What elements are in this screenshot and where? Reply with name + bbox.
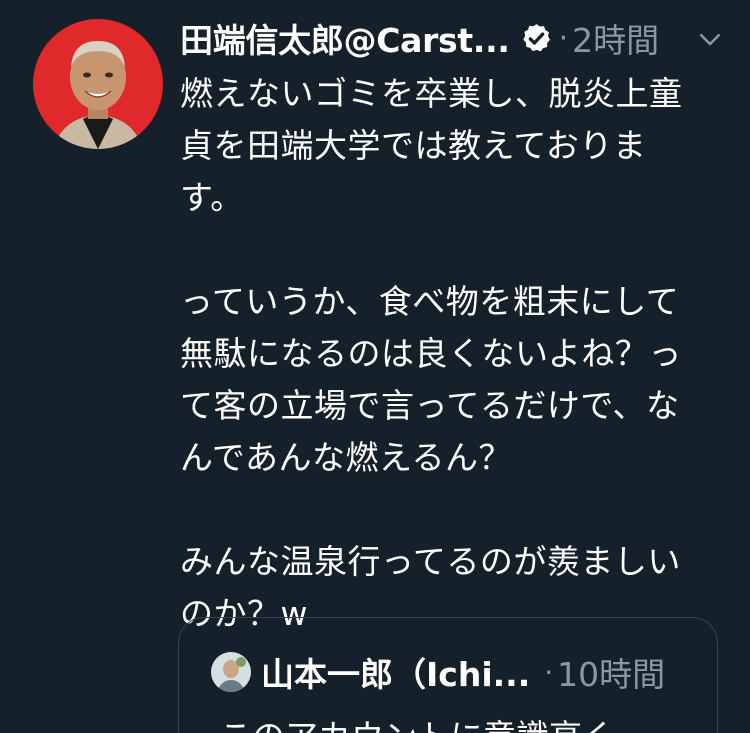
- author-name[interactable]: 田端信太郎@Carst...: [180, 14, 510, 62]
- quoted-tweet-timestamp[interactable]: 10時間: [557, 648, 665, 696]
- quoted-tweet[interactable]: 山本一郎（Ichi... · 10時間 このアカウントに意識高く: [178, 617, 718, 733]
- header-separator: ·: [558, 20, 569, 56]
- quoted-tweet-header: 山本一郎（Ichi... · 10時間: [211, 648, 665, 696]
- quoted-header-separator: ·: [544, 655, 554, 689]
- quoted-author-avatar: [211, 652, 251, 692]
- quoted-tweet-text: このアカウントに意識高く: [219, 710, 615, 733]
- chevron-down-icon[interactable]: [695, 24, 725, 54]
- tweet[interactable]: 田端信太郎@Carst... · 2時間 燃えないゴミを卒業し、脱炎上童 貞を田…: [0, 0, 750, 733]
- tweet-text: 燃えないゴミを卒業し、脱炎上童 貞を田端大学では教えておりま す。 っていうか、…: [180, 74, 683, 633]
- author-avatar[interactable]: [33, 19, 163, 149]
- tweet-header: 田端信太郎@Carst... · 2時間: [180, 14, 725, 62]
- verified-badge-icon: [520, 22, 553, 55]
- tweet-timestamp[interactable]: 2時間: [572, 14, 659, 62]
- quoted-author-name[interactable]: 山本一郎（Ichi...: [261, 648, 530, 696]
